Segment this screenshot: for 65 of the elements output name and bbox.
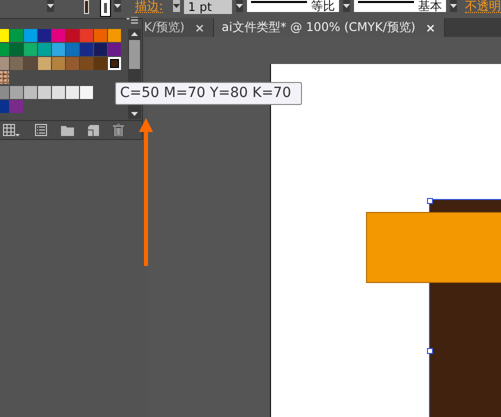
color-swatch[interactable] xyxy=(52,86,65,99)
document-tab[interactable]: K/预览) × xyxy=(144,18,214,37)
color-swatch[interactable] xyxy=(10,43,23,56)
tab-title: ai文件类型* @ 100% (CMYK/预览) xyxy=(222,19,416,36)
stroke-label[interactable]: 描边: xyxy=(134,0,163,13)
close-tab-button[interactable]: × xyxy=(425,20,436,34)
color-swatch[interactable] xyxy=(80,43,93,56)
color-swatch[interactable] xyxy=(10,57,23,70)
color-swatch[interactable] xyxy=(38,43,51,56)
color-tooltip: C=50 M=70 Y=80 K=70 xyxy=(115,82,302,105)
color-swatch[interactable] xyxy=(52,29,65,42)
folder-icon[interactable] xyxy=(61,124,74,136)
opacity-label[interactable]: 不透明 xyxy=(465,0,501,13)
stroke-weight-field[interactable]: 1 pt xyxy=(184,0,232,14)
color-swatch[interactable] xyxy=(80,29,93,42)
caret-icon xyxy=(47,4,54,8)
color-swatch[interactable] xyxy=(10,86,23,99)
dropdown-button[interactable] xyxy=(450,0,457,12)
selection-handle[interactable] xyxy=(427,348,433,354)
close-tab-button[interactable]: × xyxy=(194,20,205,34)
dropdown-button[interactable] xyxy=(343,0,350,12)
color-swatch[interactable] xyxy=(24,86,37,99)
swatch-library-icon[interactable] xyxy=(3,124,21,136)
color-swatch[interactable] xyxy=(94,29,107,42)
caret-icon xyxy=(450,4,457,8)
caret-icon xyxy=(173,4,180,8)
stepper-button[interactable] xyxy=(173,0,180,12)
dropdown-button[interactable] xyxy=(236,0,243,12)
dropdown-button[interactable] xyxy=(47,0,54,12)
document-tab[interactable]: ai文件类型* @ 100% (CMYK/预览) × xyxy=(214,18,444,37)
color-swatch[interactable] xyxy=(66,57,79,70)
dropdown-button[interactable] xyxy=(114,0,121,12)
new-swatch-icon[interactable] xyxy=(88,124,99,136)
color-swatch[interactable] xyxy=(108,57,121,70)
selection-handle[interactable] xyxy=(427,198,433,204)
caret-icon xyxy=(236,4,243,8)
color-swatch[interactable] xyxy=(66,43,79,56)
color-swatch[interactable] xyxy=(80,86,93,99)
trash-icon[interactable] xyxy=(113,124,124,136)
color-swatch[interactable] xyxy=(52,43,65,56)
fill-color-icon[interactable] xyxy=(84,0,90,14)
color-swatch[interactable] xyxy=(10,100,23,113)
color-swatch[interactable] xyxy=(52,57,65,70)
color-swatch[interactable] xyxy=(66,86,79,99)
tab-title: K/预览) xyxy=(144,19,185,36)
color-swatch[interactable] xyxy=(24,29,37,42)
color-swatch[interactable] xyxy=(108,43,121,56)
color-swatch[interactable] xyxy=(38,57,51,70)
stroke-color-icon[interactable] xyxy=(101,0,110,16)
color-swatch[interactable] xyxy=(94,57,107,70)
color-swatch[interactable] xyxy=(66,29,79,42)
color-swatch[interactable] xyxy=(80,57,93,70)
color-swatch[interactable] xyxy=(24,43,37,56)
caret-icon xyxy=(114,4,121,8)
profile-dropdown[interactable]: 等比 xyxy=(247,0,339,12)
panel-menu-icon[interactable] xyxy=(126,17,138,25)
color-swatch[interactable] xyxy=(38,29,51,42)
color-swatch[interactable] xyxy=(24,57,37,70)
color-swatch[interactable] xyxy=(38,86,51,99)
list-icon[interactable] xyxy=(35,124,47,136)
caret-icon xyxy=(343,4,350,8)
color-swatch[interactable] xyxy=(94,43,107,56)
color-swatch[interactable] xyxy=(108,29,121,42)
color-swatch[interactable] xyxy=(10,29,23,42)
brush-dropdown[interactable]: 基本 xyxy=(354,0,446,12)
